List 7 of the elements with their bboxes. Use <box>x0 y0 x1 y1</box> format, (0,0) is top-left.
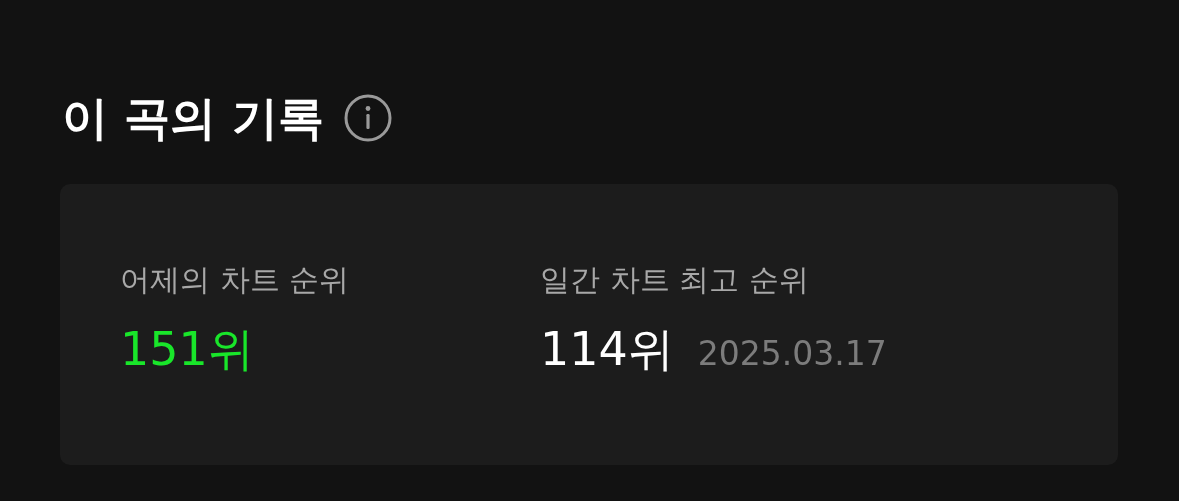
stat-label: 어제의 차트 순위 <box>120 262 351 298</box>
chart-rank: 114위 <box>540 324 674 375</box>
stat-label: 일간 차트 최고 순위 <box>540 262 810 298</box>
rank-date: 2025.03.17 <box>697 334 887 373</box>
chart-rank: 151위 <box>120 324 254 375</box>
section-title: 이 곡의 기록 <box>62 95 325 141</box>
info-icon[interactable] <box>344 94 393 142</box>
